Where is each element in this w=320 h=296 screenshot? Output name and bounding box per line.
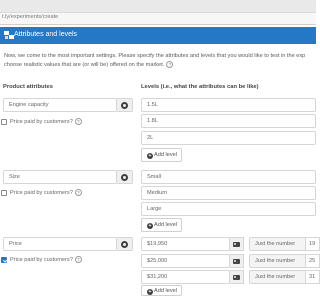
- gear-icon: [121, 241, 128, 248]
- price-paid-checkbox-row[interactable]: Price paid by customers??: [1, 189, 82, 196]
- attribute-name-field[interactable]: Size: [3, 170, 117, 184]
- price-paid-checkbox[interactable]: [1, 256, 7, 263]
- level-field[interactable]: 1.5L: [141, 98, 316, 112]
- level-field[interactable]: Medium: [141, 186, 316, 200]
- price-number-value: 19: [309, 241, 316, 247]
- browser-toolbar: t.ly/experiments/create: [0, 0, 316, 25]
- intro-line-2: choose realistic values that are (or wil…: [4, 61, 165, 68]
- price-paid-label: Price paid by customers?: [10, 189, 73, 196]
- price-mode-text: Just the number: [255, 258, 296, 264]
- price-mode-text: Just the number: [255, 241, 296, 247]
- price-paid-checkbox-row[interactable]: Price paid by customers??: [1, 118, 82, 125]
- level-image-button[interactable]: [230, 254, 244, 268]
- add-level-label: Add level: [154, 288, 178, 294]
- level-field[interactable]: 1.8L: [141, 114, 316, 128]
- price-paid-label: Price paid by customers?: [10, 256, 73, 263]
- price-number-field[interactable]: 19: [306, 237, 320, 251]
- address-bar[interactable]: t.ly/experiments/create: [0, 12, 316, 24]
- price-paid-checkbox[interactable]: [1, 189, 7, 196]
- image-icon: [233, 259, 240, 264]
- add-level-label: Add level: [154, 222, 178, 228]
- level-value: 1.8L: [147, 118, 158, 124]
- level-field[interactable]: Small: [141, 170, 316, 184]
- level-value: Large: [147, 206, 162, 212]
- level-value: Medium: [147, 190, 167, 196]
- price-mode-text: Just the number: [255, 274, 296, 280]
- price-paid-checkbox[interactable]: [1, 118, 7, 125]
- column-header-attributes: Product attributes: [3, 84, 53, 90]
- add-level-label: Add level: [154, 152, 178, 158]
- help-circle-icon[interactable]: ?: [74, 256, 82, 263]
- attribute-name-value: Engine capacity: [9, 102, 49, 108]
- attribute-settings-button[interactable]: [117, 170, 133, 184]
- intro-text: Now, we come to the most important setti…: [4, 52, 316, 69]
- price-level-value: $31,200: [147, 274, 168, 280]
- attribute-settings-button[interactable]: [117, 237, 133, 251]
- level-image-button[interactable]: [230, 270, 244, 284]
- gear-icon: [121, 102, 128, 109]
- attribute-settings-button[interactable]: [117, 98, 133, 112]
- help-circle-icon[interactable]: ?: [74, 118, 82, 125]
- attribute-name-value: Size: [9, 174, 20, 180]
- panel-title: Attributes and levels: [14, 31, 78, 38]
- column-header-levels: Levels (i.e., what the attributes can be…: [141, 84, 259, 90]
- price-number-field[interactable]: 31: [306, 270, 320, 284]
- price-level-field[interactable]: $31,200: [141, 270, 230, 284]
- level-field[interactable]: Large: [141, 202, 316, 216]
- price-level-value: $25,000: [147, 258, 168, 264]
- panel-header: Attributes and levels: [0, 27, 316, 44]
- price-paid-checkbox-row[interactable]: Price paid by customers??: [1, 256, 82, 263]
- price-mode-label: Just the number: [249, 270, 306, 284]
- level-image-button[interactable]: [230, 237, 244, 251]
- price-level-value: $19,950: [147, 241, 168, 247]
- price-number-value: 25: [309, 258, 316, 264]
- add-level-button[interactable]: + Add level: [141, 285, 182, 296]
- price-mode-label: Just the number: [249, 237, 306, 251]
- price-level-field[interactable]: $19,950: [141, 237, 230, 251]
- gear-icon: [121, 174, 128, 181]
- help-circle-icon[interactable]: ?: [166, 60, 174, 68]
- level-value: 2L: [147, 135, 154, 141]
- price-number-field[interactable]: 25: [306, 254, 320, 268]
- price-mode-label: Just the number: [249, 254, 306, 268]
- level-value: Small: [147, 174, 161, 180]
- attribute-name-field[interactable]: Price: [3, 237, 117, 251]
- level-value: 1.5L: [147, 102, 158, 108]
- plus-circle-icon: +: [147, 288, 153, 295]
- price-level-field[interactable]: $25,000: [141, 254, 230, 268]
- plus-circle-icon: +: [147, 222, 153, 229]
- attribute-name-value: Price: [9, 241, 22, 247]
- attribute-name-field[interactable]: Engine capacity: [3, 98, 117, 112]
- add-level-button[interactable]: + Add level: [141, 218, 182, 232]
- image-icon: [233, 275, 240, 280]
- price-paid-label: Price paid by customers?: [10, 118, 73, 125]
- price-number-value: 31: [309, 274, 316, 280]
- add-level-button[interactable]: + Add level: [141, 148, 182, 162]
- image-icon: [233, 242, 240, 247]
- address-url: t.ly/experiments/create: [2, 14, 59, 20]
- level-field[interactable]: 2L: [141, 131, 316, 145]
- intro-line-1: Now, we come to the most important setti…: [4, 53, 306, 59]
- plus-circle-icon: +: [147, 152, 153, 159]
- help-circle-icon[interactable]: ?: [74, 189, 82, 196]
